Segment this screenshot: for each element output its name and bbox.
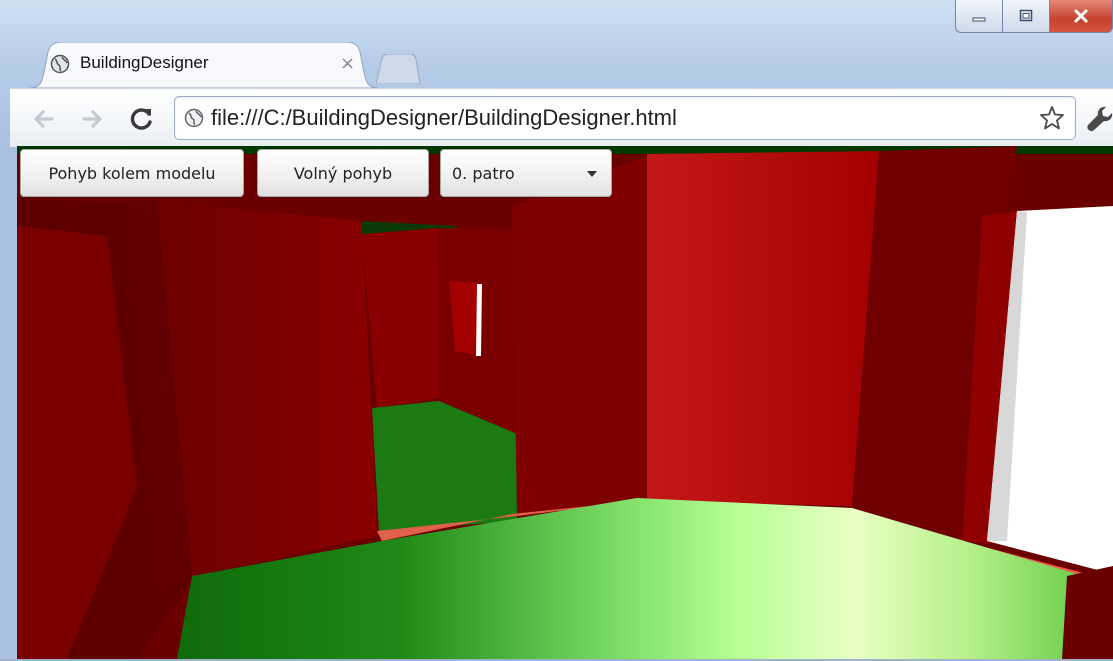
maximize-button[interactable] <box>1003 0 1050 33</box>
url-text: file:///C:/BuildingDesigner/BuildingDesi… <box>211 105 677 130</box>
browser-tab[interactable]: BuildingDesigner × <box>30 42 378 88</box>
new-tab-button[interactable] <box>376 54 420 84</box>
floor-select-value: 0. patro <box>452 163 515 183</box>
floor-select[interactable]: 0. patro <box>440 149 612 197</box>
chevron-down-icon <box>587 171 597 177</box>
tab-title: BuildingDesigner <box>80 53 209 72</box>
building-scene <box>17 146 1113 659</box>
minimize-icon <box>972 17 986 22</box>
free-move-button[interactable]: Volný pohyb <box>257 149 429 197</box>
address-bar[interactable]: file:///C:/BuildingDesigner/BuildingDesi… <box>174 96 1076 140</box>
3d-viewport[interactable]: Pohyb kolem modelu Volný pohyb 0. patro <box>17 146 1113 659</box>
reload-icon[interactable] <box>128 105 156 133</box>
tab-close-icon[interactable]: × <box>340 55 355 73</box>
wrench-icon[interactable] <box>1084 103 1113 135</box>
globe-icon <box>50 54 70 74</box>
close-icon <box>1073 8 1089 24</box>
back-arrow-icon[interactable] <box>30 105 58 133</box>
forward-arrow-icon[interactable] <box>78 105 106 133</box>
maximize-icon <box>1019 9 1033 22</box>
close-window-button[interactable] <box>1050 0 1113 33</box>
orbit-mode-button[interactable]: Pohyb kolem modelu <box>20 149 244 197</box>
browser-toolbar: file:///C:/BuildingDesigner/BuildingDesi… <box>10 88 1113 147</box>
minimize-button[interactable] <box>955 0 1003 33</box>
window-controls <box>955 0 1113 38</box>
bookmark-star-icon[interactable] <box>1039 105 1065 131</box>
page-icon <box>184 108 204 128</box>
